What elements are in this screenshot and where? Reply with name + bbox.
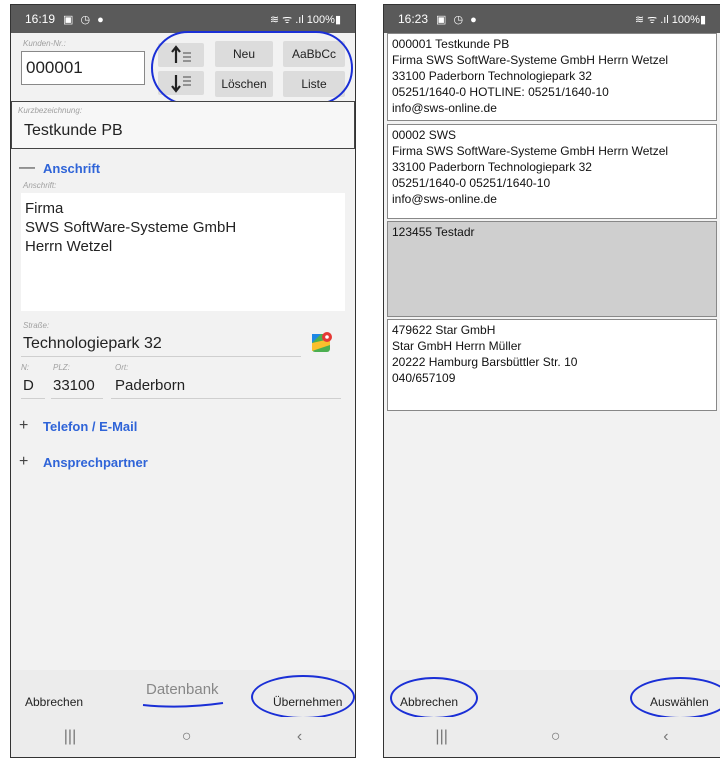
auswaehlen-button[interactable]: Auswählen <box>650 695 709 709</box>
android-nav-bar: ||| ○ ‹ <box>11 717 355 757</box>
strasse-input[interactable]: Technologiepark 32 <box>23 335 162 353</box>
record-line: 479622 Star GmbH <box>392 323 496 337</box>
arrow-down-lines-icon <box>171 75 191 93</box>
status-system-icons: ≋ ᯤ .ıl 100%▮ <box>634 13 706 26</box>
record-line: 040/657109 <box>392 371 456 385</box>
annotation-underline <box>142 702 224 708</box>
list-item[interactable]: 000001 Testkunde PB Firma SWS SoftWare-S… <box>387 33 717 121</box>
record-line: 05251/1640-0 HOTLINE: 05251/1640-10 <box>392 85 609 99</box>
record-line: Firma SWS SoftWare-Systeme GmbH Herrn We… <box>392 53 669 67</box>
kurzbezeichnung-label: Kurzbezeichnung: <box>18 106 83 115</box>
record-line: 000001 Testkunde PB <box>392 37 510 51</box>
kunden-nr-value: 000001 <box>26 58 83 77</box>
telefon-section-title: Telefon / E-Mail <box>43 418 138 434</box>
record-line: info@sws-online.de <box>392 101 497 115</box>
loeschen-button[interactable]: Löschen <box>215 71 273 97</box>
land-label: N: <box>21 363 29 372</box>
telefon-section-toggle[interactable]: + Telefon / E-Mail <box>19 417 137 435</box>
record-line: info@sws-online.de <box>392 192 497 206</box>
expand-icon: + <box>19 417 29 434</box>
kunden-nr-label: Kunden-Nr.: <box>23 39 66 48</box>
android-nav-bar: ||| ○ ‹ <box>384 717 720 757</box>
record-line: 33100 Paderborn Technologiepark 32 <box>392 69 592 83</box>
status-notification-icons: ▣ ◷ ● <box>63 13 106 26</box>
status-bar: 16:23 ▣ ◷ ● ≋ ᯤ .ıl 100%▮ <box>384 5 720 33</box>
recents-icon[interactable]: ||| <box>64 728 76 746</box>
ort-label: Ort: <box>115 363 129 372</box>
land-underline <box>21 398 45 399</box>
kurzbezeichnung-value: Testkunde PB <box>24 122 123 139</box>
anschrift-textarea[interactable]: Firma SWS SoftWare-Systeme GmbH Herrn We… <box>21 193 345 311</box>
anschrift-section-toggle[interactable]: — Anschrift <box>19 159 100 177</box>
strasse-label: Straße: <box>23 321 50 330</box>
home-icon[interactable]: ○ <box>182 728 192 746</box>
status-notification-icons: ▣ ◷ ● <box>436 13 479 26</box>
status-time: 16:19 <box>25 12 56 26</box>
record-line: 20222 Hamburg Barsbüttler Str. 10 <box>392 355 578 369</box>
strasse-underline <box>21 356 301 357</box>
collapse-icon: — <box>19 159 35 176</box>
datenbank-label[interactable]: Datenbank <box>146 681 219 698</box>
recents-icon[interactable]: ||| <box>435 728 447 746</box>
ansprechpartner-section-toggle[interactable]: + Ansprechpartner <box>19 453 148 471</box>
back-icon[interactable]: ‹ <box>297 728 302 746</box>
arrow-up-lines-icon <box>171 45 191 63</box>
status-system-icons: ≋ ᯤ .ıl 100%▮ <box>269 13 341 26</box>
ort-input[interactable]: Paderborn <box>115 377 185 394</box>
anschrift-line: Firma <box>25 200 64 217</box>
record-line: 123455 Testadr <box>392 225 475 239</box>
neu-button[interactable]: Neu <box>215 41 273 67</box>
font-size-button[interactable]: AaBbCc <box>283 41 345 67</box>
previous-record-button[interactable] <box>158 43 204 67</box>
list-item[interactable]: 479622 Star GmbH Star GmbH Herrn Müller … <box>387 319 717 411</box>
home-icon[interactable]: ○ <box>551 728 561 746</box>
plz-underline <box>51 398 103 399</box>
record-line: 05251/1640-0 05251/1640-10 <box>392 176 551 190</box>
ansprechpartner-section-title: Ansprechpartner <box>43 454 148 470</box>
abbrechen-button[interactable]: Abbrechen <box>25 695 83 709</box>
record-line: 33100 Paderborn Technologiepark 32 <box>392 160 592 174</box>
kunden-nr-input[interactable]: 000001 <box>21 51 145 85</box>
record-line: Star GmbH Herrn Müller <box>392 339 522 353</box>
kurzbezeichnung-field[interactable]: Kurzbezeichnung: Testkunde PB <box>11 101 355 149</box>
record-line: Firma SWS SoftWare-Systeme GmbH Herrn We… <box>392 144 669 158</box>
expand-icon: + <box>19 453 29 470</box>
maps-icon[interactable] <box>311 331 333 353</box>
anschrift-line: Herrn Wetzel <box>25 238 113 255</box>
left-phone-screen: 16:19 ▣ ◷ ● ≋ ᯤ .ıl 100%▮ Kunden-Nr.: 00… <box>10 4 356 758</box>
record-line: 00002 SWS <box>392 128 457 142</box>
anschrift-label: Anschrift: <box>23 181 57 190</box>
abbrechen-button[interactable]: Abbrechen <box>400 695 458 709</box>
status-bar: 16:19 ▣ ◷ ● ≋ ᯤ .ıl 100%▮ <box>11 5 355 33</box>
liste-button[interactable]: Liste <box>283 71 345 97</box>
right-phone-screen: 16:23 ▣ ◷ ● ≋ ᯤ .ıl 100%▮ 000001 Testkun… <box>383 4 720 758</box>
plz-label: PLZ: <box>53 363 70 372</box>
list-item[interactable]: 00002 SWS Firma SWS SoftWare-Systeme Gmb… <box>387 124 717 219</box>
plz-input[interactable]: 33100 <box>53 377 95 394</box>
list-item-selected[interactable]: 123455 Testadr <box>387 221 717 317</box>
back-icon[interactable]: ‹ <box>663 728 668 746</box>
land-input[interactable]: D <box>23 377 34 394</box>
anschrift-line: SWS SoftWare-Systeme GmbH <box>25 219 237 236</box>
next-record-button[interactable] <box>158 71 204 95</box>
uebernehmen-button[interactable]: Übernehmen <box>273 695 342 709</box>
anschrift-section-title: Anschrift <box>43 160 101 176</box>
ort-underline <box>111 398 341 399</box>
status-time: 16:23 <box>398 12 429 26</box>
